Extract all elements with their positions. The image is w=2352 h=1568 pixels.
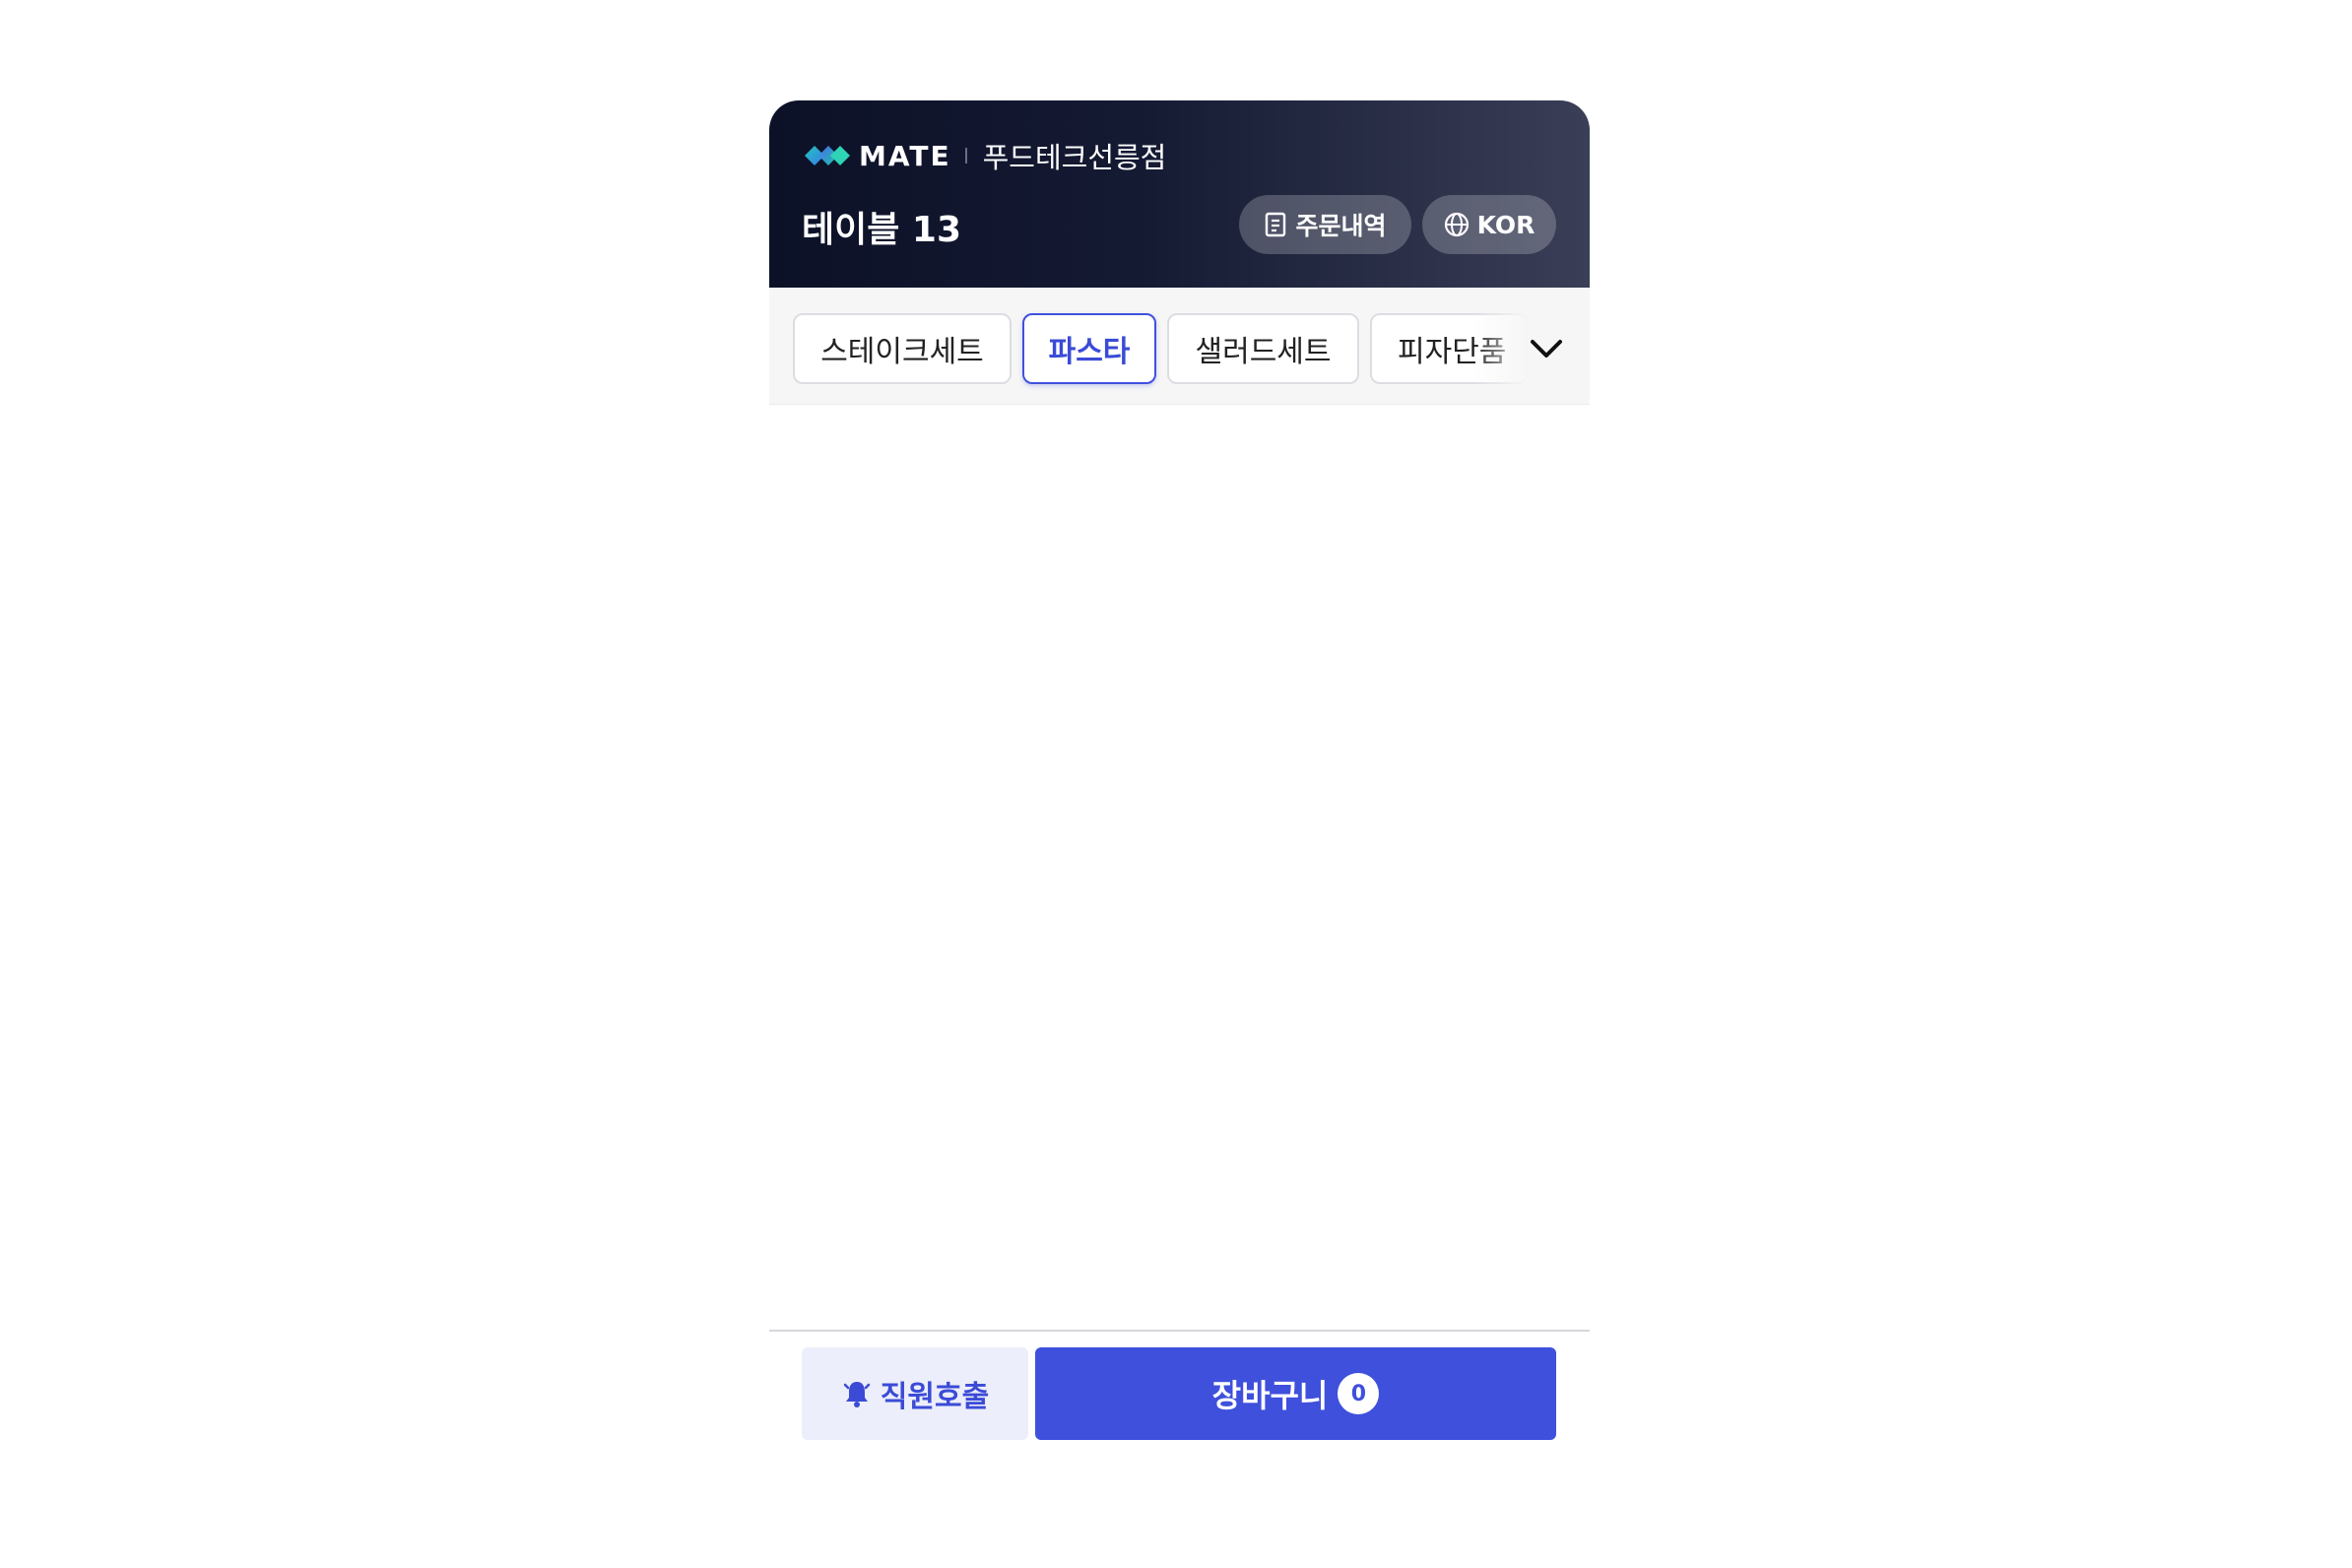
cart-label: 장바구니: [1211, 1377, 1329, 1414]
tab-pasta[interactable]: 파스타: [1022, 313, 1156, 384]
cart-count-badge: 0: [1338, 1373, 1380, 1414]
call-staff-label: 직원호출: [880, 1380, 990, 1414]
brand-name: MATE: [859, 139, 951, 172]
bell-icon: [843, 1382, 871, 1407]
header: MATE 푸드테크선릉점 테이블 13 주문내역 KOR: [769, 100, 1590, 288]
order-history-button[interactable]: 주문내역: [1239, 195, 1411, 254]
mate-logo-icon: [805, 146, 850, 165]
menu-content-area: [769, 405, 1590, 1331]
store-name: 푸드테크선릉점: [982, 141, 1167, 174]
table-label: 테이블 13: [802, 210, 961, 250]
tab-salad-set[interactable]: 샐러드세트: [1167, 313, 1359, 384]
brand-divider: [964, 148, 967, 163]
order-history-label: 주문내역: [1295, 212, 1387, 240]
language-label: KOR: [1476, 210, 1535, 239]
tab-steak-set[interactable]: 스테이크세트: [793, 313, 1012, 384]
call-staff-button[interactable]: 직원호출: [802, 1347, 1028, 1440]
receipt-icon: [1266, 212, 1286, 237]
cart-button[interactable]: 장바구니 0: [1035, 1347, 1556, 1440]
globe-icon: [1444, 212, 1469, 237]
category-tabs: 스테이크세트 파스타 샐러드세트 피자단품: [769, 288, 1590, 405]
brand-row: MATE 푸드테크선릉점: [802, 136, 1166, 175]
bottom-action-bar: 직원호출 장바구니 0: [769, 1330, 1590, 1468]
app-screen: MATE 푸드테크선릉점 테이블 13 주문내역 KOR 스테이크세트 파스타 …: [769, 100, 1590, 1468]
chevron-down-icon[interactable]: [1523, 325, 1570, 372]
language-button[interactable]: KOR: [1422, 195, 1556, 254]
